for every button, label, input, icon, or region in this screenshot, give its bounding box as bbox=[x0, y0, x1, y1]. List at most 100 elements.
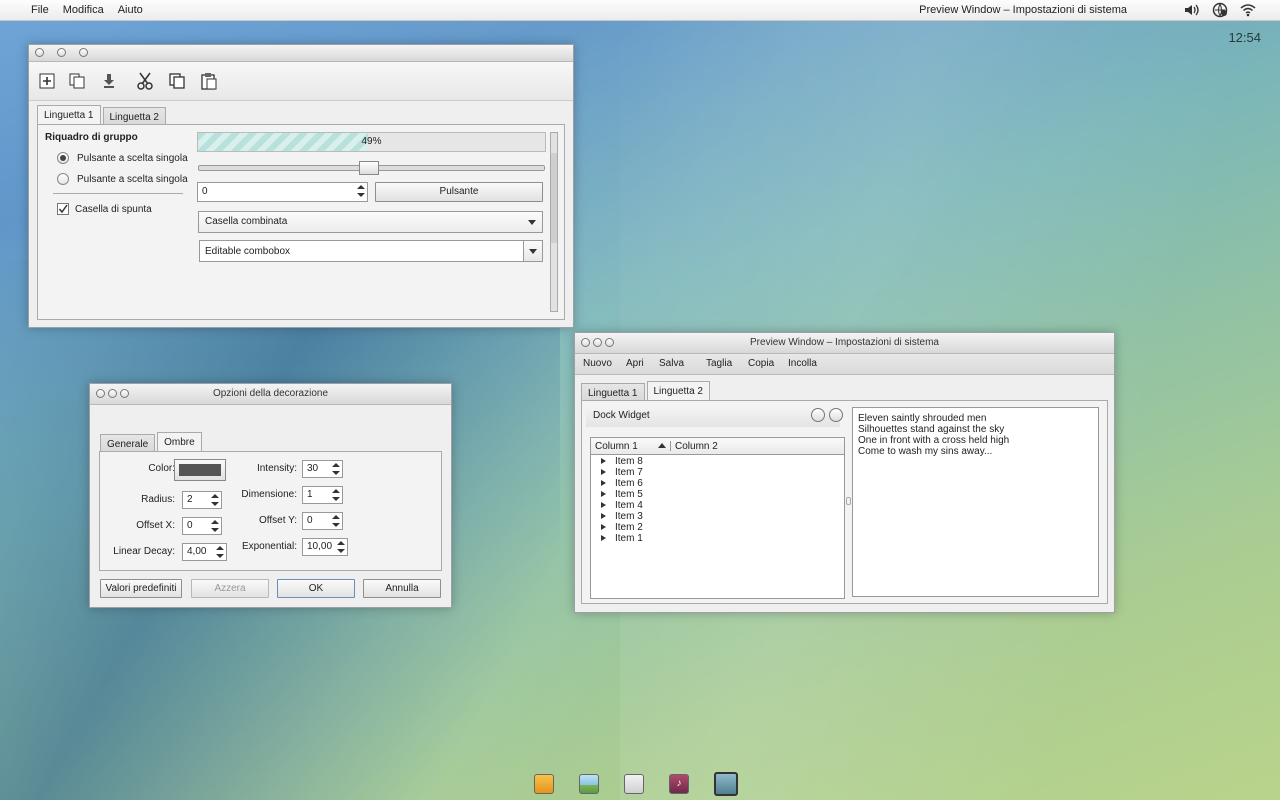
cancel-button[interactable]: Annulla bbox=[363, 579, 441, 598]
text-line: Eleven saintly shrouded men bbox=[858, 413, 987, 424]
number-spinbox[interactable]: 0 bbox=[197, 182, 368, 202]
maximize-icon[interactable] bbox=[605, 338, 614, 347]
checkbox[interactable] bbox=[57, 203, 69, 215]
menu-apri[interactable]: Apri bbox=[626, 358, 644, 369]
spin-arrows-icon[interactable] bbox=[337, 540, 345, 554]
radio-button-2[interactable] bbox=[57, 173, 69, 185]
linear-decay-label: Linear Decay: bbox=[113, 546, 175, 557]
window-title: Preview Window – Impostazioni di sistema bbox=[750, 337, 939, 348]
group-title: Riquadro di gruppo bbox=[45, 132, 138, 143]
expand-arrow-icon[interactable] bbox=[601, 513, 606, 519]
close-icon[interactable] bbox=[829, 408, 843, 422]
decoration-options-window: Opzioni della decorazione Generale Ombre… bbox=[89, 383, 452, 608]
expand-arrow-icon[interactable] bbox=[601, 469, 606, 475]
menu-nuovo[interactable]: Nuovo bbox=[583, 358, 612, 369]
radio-button-1[interactable] bbox=[57, 152, 69, 164]
close-icon[interactable] bbox=[35, 48, 44, 57]
expand-arrow-icon[interactable] bbox=[601, 480, 606, 486]
editable-combo-button[interactable] bbox=[523, 241, 542, 261]
text-edit[interactable]: Eleven saintly shrouded men Silhouettes … bbox=[852, 407, 1099, 597]
cut-icon[interactable] bbox=[137, 72, 153, 93]
defaults-button[interactable]: Valori predefiniti bbox=[100, 579, 182, 598]
download-icon[interactable] bbox=[101, 73, 117, 92]
tree-item-label: Item 6 bbox=[615, 478, 643, 489]
exponential-value: 10,00 bbox=[307, 541, 333, 552]
spin-arrows-icon[interactable] bbox=[332, 514, 340, 528]
menu-aiuto[interactable]: Aiuto bbox=[111, 4, 150, 16]
pulsante-button[interactable]: Pulsante bbox=[375, 182, 543, 202]
chevron-down-icon[interactable] bbox=[528, 220, 536, 225]
expand-arrow-icon[interactable] bbox=[601, 535, 606, 541]
spin-arrows-icon[interactable] bbox=[211, 493, 219, 507]
spin-arrows-icon[interactable] bbox=[332, 462, 340, 476]
dimensione-spinbox[interactable]: 1 bbox=[302, 486, 343, 504]
checkbox-label: Casella di spunta bbox=[75, 204, 152, 215]
network-globe-icon[interactable] bbox=[1212, 2, 1228, 21]
chevron-down-icon bbox=[529, 249, 537, 254]
vertical-scrollbar[interactable] bbox=[550, 132, 558, 312]
expand-arrow-icon[interactable] bbox=[601, 458, 606, 464]
menu-file[interactable]: File bbox=[24, 4, 56, 16]
image-viewer-icon[interactable] bbox=[579, 774, 599, 794]
column-2-header[interactable]: Column 2 bbox=[675, 441, 718, 452]
tree-view[interactable]: Column 1 Column 2 Item 8 Item 7 Item 6 I… bbox=[590, 437, 845, 599]
settings-icon[interactable] bbox=[714, 772, 738, 796]
intensity-value: 30 bbox=[307, 463, 319, 474]
maximize-icon[interactable] bbox=[120, 389, 129, 398]
offset-x-value: 0 bbox=[187, 520, 193, 531]
expand-arrow-icon[interactable] bbox=[601, 491, 606, 497]
paste-icon[interactable] bbox=[201, 72, 217, 93]
text-line: Come to wash my sins away... bbox=[858, 446, 993, 457]
slider-handle[interactable] bbox=[359, 161, 380, 175]
radius-label: Radius: bbox=[141, 494, 175, 505]
minimize-icon[interactable] bbox=[593, 338, 602, 347]
tree-item-label: Item 7 bbox=[615, 467, 643, 478]
color-swatch-button[interactable] bbox=[174, 459, 226, 481]
slider-track[interactable] bbox=[198, 161, 545, 175]
copy-pages-icon[interactable] bbox=[69, 73, 85, 92]
expand-arrow-icon[interactable] bbox=[601, 524, 606, 530]
menu-salva[interactable]: Salva bbox=[659, 358, 684, 369]
close-icon[interactable] bbox=[581, 338, 590, 347]
ok-button[interactable]: OK bbox=[277, 579, 355, 598]
column-1-header[interactable]: Column 1 bbox=[595, 441, 638, 452]
menu-bar: Nuovo Apri Salva Taglia Copia Incolla bbox=[575, 354, 1114, 375]
minimize-icon[interactable] bbox=[57, 48, 66, 57]
spin-arrows-icon[interactable] bbox=[211, 519, 219, 533]
linear-decay-spinbox[interactable]: 4,00 bbox=[182, 543, 227, 561]
volume-icon[interactable] bbox=[1184, 3, 1200, 20]
intensity-spinbox[interactable]: 30 bbox=[302, 460, 343, 478]
menu-copia[interactable]: Copia bbox=[748, 358, 774, 369]
reset-button[interactable]: Azzera bbox=[191, 579, 269, 598]
spin-arrows-icon[interactable] bbox=[357, 184, 365, 198]
radius-spinbox[interactable]: 2 bbox=[182, 491, 222, 509]
music-icon[interactable]: ♪ bbox=[669, 774, 689, 794]
wifi-icon[interactable] bbox=[1240, 3, 1256, 20]
splitter-handle[interactable] bbox=[846, 497, 851, 505]
offset-x-spinbox[interactable]: 0 bbox=[182, 517, 222, 535]
exponential-spinbox[interactable]: 10,00 bbox=[302, 538, 348, 556]
editable-combobox[interactable]: Editable combobox bbox=[199, 240, 543, 262]
menu-incolla[interactable]: Incolla bbox=[788, 358, 817, 369]
offset-y-spinbox[interactable]: 0 bbox=[302, 512, 343, 530]
editable-combobox-value[interactable]: Editable combobox bbox=[205, 246, 290, 257]
expand-arrow-icon[interactable] bbox=[601, 502, 606, 508]
spin-arrows-icon[interactable] bbox=[332, 488, 340, 502]
top-panel: File Modifica Aiuto Preview Window – Imp… bbox=[0, 0, 1280, 21]
menu-taglia[interactable]: Taglia bbox=[706, 358, 732, 369]
menu-modifica[interactable]: Modifica bbox=[56, 4, 111, 16]
blank-app-icon[interactable] bbox=[624, 774, 644, 794]
new-icon[interactable] bbox=[39, 73, 55, 92]
copy-icon[interactable] bbox=[169, 73, 185, 92]
maximize-icon[interactable] bbox=[79, 48, 88, 57]
combobox[interactable]: Casella combinata bbox=[198, 211, 543, 233]
dock-widget-titlebar: Dock Widget bbox=[586, 405, 843, 427]
spin-arrows-icon[interactable] bbox=[216, 545, 224, 559]
close-icon[interactable] bbox=[96, 389, 105, 398]
scrollbar-handle[interactable] bbox=[551, 153, 557, 243]
progress-label: 49% bbox=[361, 136, 382, 147]
minimize-icon[interactable] bbox=[108, 389, 117, 398]
text-line: One in front with a cross held high bbox=[858, 435, 1010, 446]
float-icon[interactable] bbox=[811, 408, 825, 422]
folder-icon[interactable] bbox=[534, 774, 554, 794]
